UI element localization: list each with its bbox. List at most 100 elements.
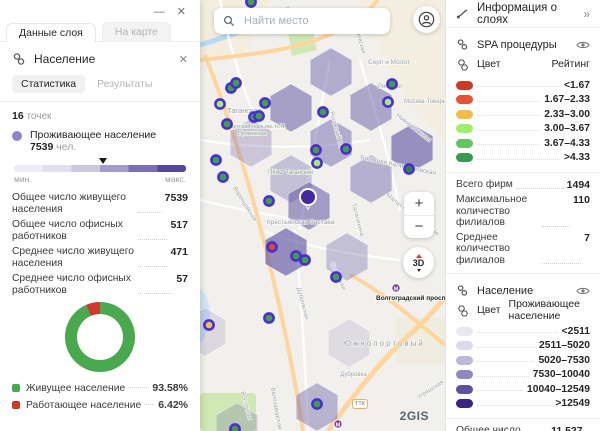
class-swatch <box>456 81 473 90</box>
class-swatch <box>456 95 473 104</box>
map-label: ПКиО Таганский <box>268 169 313 176</box>
view-3d-button[interactable]: 3D <box>403 247 434 278</box>
map-marker[interactable] <box>267 242 276 251</box>
metro-letter: М <box>394 286 399 292</box>
zoom-in-button[interactable]: + <box>404 192 434 216</box>
series-value: 7539 <box>30 141 53 153</box>
map-label: Прямикова <box>238 131 267 137</box>
map-marker[interactable] <box>254 111 263 120</box>
map-label: Дубровка <box>340 372 367 378</box>
map-label: Южнопортовый <box>343 339 425 348</box>
map-marker[interactable] <box>260 98 269 107</box>
stat-row: Среднее число офисных работников57 <box>12 273 188 296</box>
map-marker[interactable] <box>211 155 220 164</box>
zoom-out-button[interactable]: − <box>404 216 434 239</box>
map-marker[interactable] <box>204 320 213 329</box>
map-marker[interactable] <box>218 172 227 181</box>
series-color-dot <box>12 131 22 141</box>
tab-on-map[interactable]: На карте <box>102 22 171 41</box>
legend-class-row: 3.67–4.33 <box>456 136 590 151</box>
close-window-icon[interactable]: ✕ <box>177 7 186 17</box>
class-swatch <box>456 327 473 336</box>
class-swatch <box>456 385 473 394</box>
subtab-statistics[interactable]: Статистика <box>12 75 85 93</box>
map-marker[interactable] <box>230 424 239 431</box>
map-marker[interactable] <box>318 107 327 116</box>
points-layer-icon <box>12 52 26 66</box>
map-marker[interactable] <box>215 99 224 108</box>
class-swatch <box>456 124 473 133</box>
map-marker[interactable] <box>331 272 340 281</box>
spa-statistics: Всего фирм1494 Максимальное количество ф… <box>456 179 590 266</box>
subtab-results[interactable]: Результаты <box>95 75 154 93</box>
layer-title: Население <box>34 52 171 66</box>
selected-pin[interactable] <box>300 189 316 205</box>
map-marker[interactable] <box>300 255 309 264</box>
layer-subtabs: Статистика Результаты <box>12 74 188 93</box>
stat-row: Общее число живущего населения11 527 798 <box>456 425 590 431</box>
visibility-eye-icon[interactable] <box>576 40 590 50</box>
map-label: Москва-Товарная <box>404 99 445 105</box>
search-input[interactable] <box>242 14 381 28</box>
map-label: Крестьянская Застава <box>267 219 335 226</box>
search-icon <box>223 15 235 27</box>
tab-layer-data[interactable]: Данные слоя <box>6 23 96 42</box>
value-scale <box>14 165 186 172</box>
map-marker[interactable] <box>341 144 350 153</box>
legend-class-row: <2511 <box>456 324 590 339</box>
map-marker[interactable] <box>246 0 255 7</box>
layer-header: Население ✕ <box>12 52 188 66</box>
legend-class-row: 2.33–3.00 <box>456 107 590 122</box>
close-layer-icon[interactable]: ✕ <box>179 53 188 66</box>
scale-min-label: мин. <box>14 174 32 184</box>
minimize-icon[interactable]: — <box>154 7 165 17</box>
population-color-row: Цвет Проживающее население <box>456 302 590 318</box>
map-marker[interactable] <box>222 119 231 128</box>
map-provider-logo[interactable]: 2GIS <box>400 409 429 423</box>
map-canvas[interactable]: ТаганскаяДетский парк им. Н.Н.ПрямиковаП… <box>200 0 445 431</box>
map-marker[interactable] <box>387 79 396 88</box>
map-marker[interactable] <box>404 164 413 173</box>
map-marker[interactable] <box>264 196 273 205</box>
donut-legend: Живущее население 93.58% Работающее насе… <box>12 382 188 411</box>
stat-row: Всего фирм1494 <box>456 179 590 191</box>
account-button[interactable] <box>413 6 440 33</box>
layer-data-panel: — ✕ Данные слоя На карте Население ✕ Ста… <box>0 0 200 431</box>
window-controls: — ✕ <box>0 0 200 20</box>
class-swatch <box>456 370 473 379</box>
scale-marker[interactable] <box>99 158 107 164</box>
visibility-eye-icon[interactable] <box>576 286 590 296</box>
divider <box>0 101 200 102</box>
stat-row: Общее число живущего населения7539 <box>12 192 188 215</box>
points-layer-icon <box>456 38 469 51</box>
legend-swatch <box>12 401 20 409</box>
series-name: Проживающее население <box>30 129 156 141</box>
route-icon <box>456 7 469 20</box>
map-label: Серп и Молот <box>368 59 410 66</box>
legend-class-row: <1.67 <box>456 78 590 93</box>
points-layer-icon <box>456 284 469 297</box>
map-marker[interactable] <box>312 399 321 408</box>
hex-grid-icon <box>456 58 469 71</box>
class-swatch <box>456 110 473 119</box>
map-marker[interactable] <box>311 145 320 154</box>
stat-row: Общее число офисных работников517 <box>12 219 188 242</box>
panel-tabs: Данные слоя На карте <box>0 22 200 42</box>
stat-row: Среднее число живущего населения471 <box>12 246 188 269</box>
map-marker[interactable] <box>231 78 240 87</box>
map-marker[interactable] <box>264 313 273 322</box>
map-marker[interactable] <box>383 97 392 106</box>
metro-letter: М <box>336 422 341 428</box>
collapse-panel-icon[interactable]: » <box>583 7 590 21</box>
legend-class-row: 2511–5020 <box>456 339 590 354</box>
class-swatch <box>456 139 473 148</box>
map-marker[interactable] <box>312 158 321 167</box>
layer-statistics: Общее число живущего населения7539 Общее… <box>12 192 188 296</box>
legend-class-row: >4.33 <box>456 151 590 166</box>
legend-class-row: 10040–12549 <box>456 382 590 397</box>
donut-legend-row: Работающее население 6.42% <box>12 399 188 411</box>
section-population-header: Население <box>456 282 590 299</box>
map-label: Детский парк им. Н.Н. <box>230 123 286 130</box>
legend-class-row: 7530–10040 <box>456 368 590 383</box>
series-legend: Проживающее население 7539 чел. <box>12 129 188 153</box>
